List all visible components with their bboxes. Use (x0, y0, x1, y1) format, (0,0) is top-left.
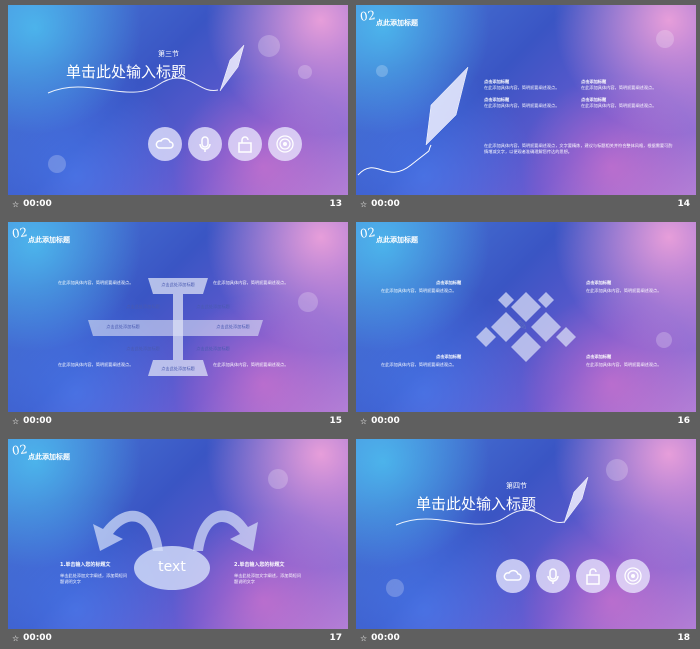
slide-footer: ☆ 00:00 18 (356, 629, 696, 647)
slide-canvas: 第三节 单击此处输入标题 (8, 5, 348, 195)
right-text: 单击此处添加文字阐述，添加简短问题说明文字 (234, 573, 302, 584)
pen-illustration (47, 44, 245, 94)
slide-canvas: 02 点此添加标题 text 1.单击输入您的标题文 单击此处添加文字阐述，添加… (8, 439, 348, 629)
slide-footer: ☆ 00:00 13 (8, 195, 348, 213)
item-title: 点击添加标题 (586, 280, 612, 285)
item-text: 在此添加具体内容，简明扼要阐述观点。 (586, 362, 662, 367)
item-title: 点击添加标题 (586, 354, 612, 359)
microphone-icon[interactable] (536, 559, 570, 593)
pencil-icon: ✎ (516, 318, 528, 334)
podcast-icon[interactable] (616, 559, 650, 593)
box-label: 点击此处添加标题 (196, 304, 230, 309)
slide-number: 17 (329, 633, 342, 643)
left-text: 单击此处添加文字阐述，添加简短问题说明文字 (60, 573, 128, 584)
text-block: 点击添加标题 在此添加具体内容，简明扼要阐述观点。 点击添加标题 在此添加具体内… (581, 79, 671, 109)
bullet-text: 在此添加具体内容，简明扼要阐述观点。 (484, 103, 560, 108)
slide-number: 13 (329, 199, 342, 209)
timing-label: 00:00 (23, 633, 52, 643)
bullet-text: 在此添加具体内容，简明扼要阐述观点。 (484, 85, 560, 90)
timing-label: 00:00 (23, 416, 52, 426)
body-text: 在此添加具体内容，简明扼要阐述观点，文字要精炼，建议与标题相关并符合整体风格，根… (484, 143, 673, 154)
slide-thumbnail-15[interactable]: 02 点此添加标题 点击此处添加标题 点击此处添加标题 点击此处添加标题 点击此… (8, 222, 348, 430)
box-label: 点击此处添加标题 (126, 304, 160, 309)
item-title: 点击添加标题 (436, 280, 462, 285)
item-text: 在此添加具体内容，简明扼要阐述观点。 (381, 362, 457, 367)
star-icon: ☆ (360, 416, 368, 426)
right-title: 2.单击输入您的标题文 (234, 562, 285, 568)
item-title: 点击添加标题 (436, 354, 462, 359)
side-text: 在此添加具体内容，简明扼要阐述观点。 (58, 362, 134, 367)
timing-label: 00:00 (371, 633, 400, 643)
box-label: 点击此处添加标题 (216, 324, 250, 329)
star-icon: ☆ (12, 416, 20, 426)
timing-label: 00:00 (23, 199, 52, 209)
side-text: 在此添加具体内容，简明扼要阐述观点。 (213, 362, 289, 367)
side-text: 在此添加具体内容，简明扼要阐述观点。 (58, 280, 134, 285)
timing-label: 00:00 (371, 416, 400, 426)
slide-thumbnail-14[interactable]: 02 点此添加标题 点击添加标题 在此添加具体内容，简明扼要阐述观点。 点击添加… (356, 5, 696, 213)
star-icon: ☆ (12, 633, 20, 643)
star-icon: ☆ (360, 199, 368, 209)
slide-thumbnail-18[interactable]: 第四节 单击此处输入标题 ☆ 00:00 18 (356, 439, 696, 647)
cloud-icon[interactable] (148, 127, 182, 161)
box-label: 点击此处添加标题 (161, 366, 195, 371)
bullet-text: 在此添加具体内容，简明扼要阐述观点。 (581, 103, 657, 108)
box-label: 点击此处添加标题 (196, 346, 230, 351)
item-text: 在此添加具体内容，简明扼要阐述观点。 (586, 288, 662, 293)
star-icon: ☆ (360, 633, 368, 643)
diamond-pattern (476, 292, 576, 362)
lock-icon[interactable] (576, 559, 610, 593)
arrows-diagram (93, 510, 258, 551)
diagram-shape (88, 278, 263, 376)
slide-canvas: 02 点此添加标题 ✎ 点击添加标题 点击添加标题 在此添加具体内容，简明扼要阐… (356, 222, 696, 412)
cloud-icon[interactable] (496, 559, 530, 593)
bullet-text: 在此添加具体内容，简明扼要阐述观点。 (581, 85, 657, 90)
box-label: 点击此处添加标题 (161, 282, 195, 287)
center-text: text (158, 559, 186, 575)
slide-footer: ☆ 00:00 16 (356, 412, 696, 430)
slide-footer: ☆ 00:00 14 (356, 195, 696, 213)
slide-canvas: 02 点此添加标题 点击添加标题 在此添加具体内容，简明扼要阐述观点。 点击添加… (356, 5, 696, 195)
slide-number: 15 (329, 416, 342, 426)
left-title: 1.单击输入您的标题文 (60, 562, 111, 568)
slide-thumbnail-13[interactable]: 第三节 单击此处输入标题 ☆ 00:00 13 (8, 5, 348, 213)
slide-number: 14 (677, 199, 690, 209)
slide-canvas: 02 点此添加标题 点击此处添加标题 点击此处添加标题 点击此处添加标题 点击此… (8, 222, 348, 412)
item-text: 在此添加具体内容，简明扼要阐述观点。 (381, 288, 457, 293)
slide-canvas: 第四节 单击此处输入标题 (356, 439, 696, 629)
podcast-icon[interactable] (268, 127, 302, 161)
microphone-icon[interactable] (188, 127, 222, 161)
timing-label: 00:00 (371, 199, 400, 209)
slide-number: 16 (677, 416, 690, 426)
pen-illustration (395, 476, 589, 526)
text-block: 点击添加标题 在此添加具体内容，简明扼要阐述观点。 点击添加标题 在此添加具体内… (484, 79, 574, 109)
lock-icon[interactable] (228, 127, 262, 161)
slide-number: 18 (677, 633, 690, 643)
slide-footer: ☆ 00:00 15 (8, 412, 348, 430)
box-label: 点击此处添加标题 (106, 324, 140, 329)
slide-thumbnail-17[interactable]: 02 点此添加标题 text 1.单击输入您的标题文 单击此处添加文字阐述，添加… (8, 439, 348, 647)
star-icon: ☆ (12, 199, 20, 209)
side-text: 在此添加具体内容，简明扼要阐述观点。 (213, 280, 289, 285)
slide-footer: ☆ 00:00 17 (8, 629, 348, 647)
box-label: 点击此处添加标题 (126, 346, 160, 351)
slide-thumbnail-16[interactable]: 02 点此添加标题 ✎ 点击添加标题 点击添加标题 在此添加具体内容，简明扼要阐… (356, 222, 696, 430)
